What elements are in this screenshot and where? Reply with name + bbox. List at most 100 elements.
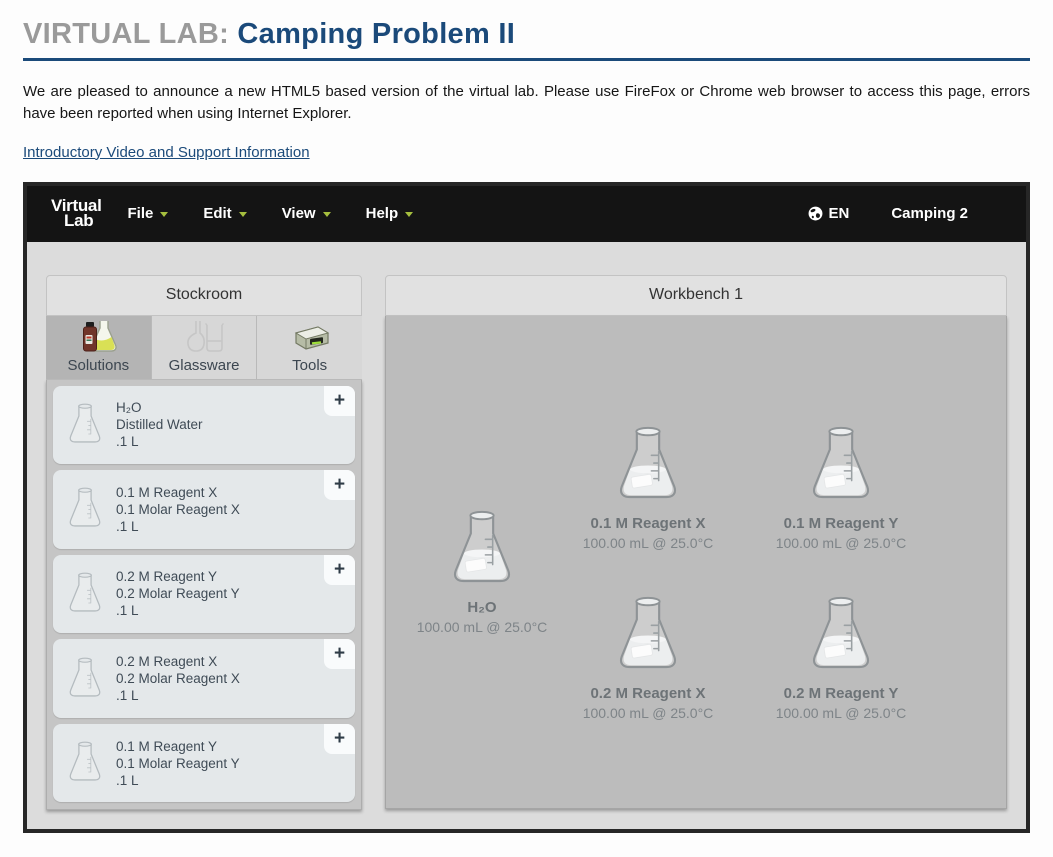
erlenmeyer-flask-icon [453,510,511,582]
menu-help[interactable]: Help [366,205,414,222]
flask-icon [69,487,101,527]
tab-solutions-label: Solutions [67,356,130,374]
add-to-workbench-button[interactable]: + [324,639,355,670]
add-to-workbench-button[interactable]: + [324,470,355,501]
stockroom-header: Stockroom [46,274,362,316]
stock-item-desc: 0.2 Molar Reagent X [116,671,240,687]
title-underline [23,58,1030,61]
scale-icon [294,325,329,350]
stock-item-text: 0.2 M Reagent Y 0.2 Molar Reagent Y .1 L [116,568,240,619]
stockroom-panel: Stockroom Solutions Glassware Tools H₂O … [46,274,363,810]
stock-item-volume: .1 L [116,434,139,450]
stock-item-01m-reagent-x[interactable]: 0.1 M Reagent X 0.1 Molar Reagent X .1 L… [53,470,355,549]
language-selector[interactable]: EN [808,205,849,222]
bench-flask-01m-reagent-y[interactable]: 0.1 M Reagent Y 100.00 mL @ 25.0°C [746,424,936,551]
stock-item-name: 0.1 M Reagent X [116,484,218,500]
stock-item-02m-reagent-x[interactable]: 0.2 M Reagent X 0.2 Molar Reagent X .1 L… [53,639,355,718]
add-to-workbench-button[interactable]: + [324,385,355,416]
stockroom-tabs: Solutions Glassware Tools [46,315,363,380]
erlenmeyer-flask-icon [812,596,870,668]
stock-item-text: 0.1 M Reagent Y 0.1 Molar Reagent Y .1 L [116,738,240,789]
stock-item-name: 0.1 M Reagent Y [116,738,218,754]
page-title-main: Camping Problem II [237,18,516,50]
bench-flask-name: H₂O [467,598,497,616]
add-to-workbench-button[interactable]: + [324,554,355,585]
stock-item-text: 0.2 M Reagent X 0.2 Molar Reagent X .1 L [116,653,240,704]
chevron-down-icon [405,212,414,217]
erlenmeyer-flask-icon [619,426,677,498]
language-label: EN [828,205,850,222]
menu-edit-label: Edit [203,205,232,222]
workbench-surface: H₂O 100.00 mL @ 25.0°C 0.1 M Reagent X 1… [385,315,1007,809]
stock-item-volume: .1 L [116,772,139,788]
stock-item-desc: Distilled Water [116,417,203,433]
chevron-down-icon [322,212,331,217]
assignment-title: Camping 2 [891,205,968,222]
intro-paragraph: We are pleased to announce a new HTML5 b… [23,83,1030,122]
chevron-down-icon [238,212,247,217]
bench-flask-info: 100.00 mL @ 25.0°C [582,534,714,551]
tab-tools-label: Tools [292,356,328,374]
flask-icon [69,572,101,612]
bench-flask-name: 0.1 M Reagent Y [783,514,899,532]
bench-flask-01m-reagent-x[interactable]: 0.1 M Reagent X 100.00 mL @ 25.0°C [553,424,743,551]
solutions-flask-icon [83,320,118,352]
stock-item-desc: 0.1 Molar Reagent X [116,501,240,517]
workbench-header: Workbench 1 [385,274,1007,316]
stock-item-name: 0.2 M Reagent X [116,654,218,670]
erlenmeyer-flask-icon [619,596,677,668]
workbench-panel: Workbench 1 H₂O 100.00 mL @ 25.0°C 0.1 M… [385,274,1007,810]
stock-item-01m-reagent-y[interactable]: 0.1 M Reagent Y 0.1 Molar Reagent Y .1 L… [53,723,355,803]
menu-file-label: File [127,205,154,222]
add-to-workbench-button[interactable]: + [324,723,355,754]
page-title: VIRTUAL LAB: Camping Problem II [23,18,1030,51]
stock-item-desc: 0.1 Molar Reagent Y [116,755,240,771]
menu-view[interactable]: View [282,205,331,222]
bench-flask-02m-reagent-y[interactable]: 0.2 M Reagent Y 100.00 mL @ 25.0°C [746,594,936,721]
stock-item-02m-reagent-y[interactable]: 0.2 M Reagent Y 0.2 Molar Reagent Y .1 L… [53,554,355,634]
app-navbar: Virtual Lab File Edit View Help EN Campi… [27,185,1026,242]
bench-flask-info: 100.00 mL @ 25.0°C [582,704,714,721]
tab-glassware[interactable]: Glassware [151,315,258,380]
flask-icon [69,403,101,443]
bench-flask-name: 0.1 M Reagent X [590,514,706,532]
bench-flask-name: 0.2 M Reagent Y [783,684,899,702]
flask-icon [69,741,101,781]
navbar-right: EN Camping 2 [808,205,1012,222]
logo-line2: Lab [64,210,94,230]
stock-item-name: H₂O [116,400,142,416]
bench-flask-02m-reagent-x[interactable]: 0.2 M Reagent X 100.00 mL @ 25.0°C [553,594,743,721]
bench-flask-name: 0.2 M Reagent X [590,684,706,702]
menu-view-label: View [281,205,316,222]
bench-flask-h2o[interactable]: H₂O 100.00 mL @ 25.0°C [387,508,577,635]
app-content: Stockroom Solutions Glassware Tools H₂O … [27,242,1026,810]
intro-video-link[interactable]: Introductory Video and Support Informati… [23,144,310,161]
menu-help-label: Help [365,205,399,222]
tab-tools[interactable]: Tools [257,315,363,380]
virtual-lab-app-frame: Virtual Lab File Edit View Help EN Campi… [23,181,1030,833]
globe-icon [809,206,823,221]
menu-edit[interactable]: Edit [203,205,247,222]
bench-flask-info: 100.00 mL @ 25.0°C [416,618,548,635]
stock-item-name: 0.2 M Reagent Y [116,569,218,585]
chevron-down-icon [160,212,169,217]
stock-item-volume: .1 L [116,688,139,704]
stock-item-desc: 0.2 Molar Reagent Y [116,586,240,602]
virtual-lab-logo: Virtual Lab [51,197,102,230]
stockroom-item-list: H₂O Distilled Water .1 L + 0.1 M Reagent… [46,379,362,810]
stock-item-text: H₂O Distilled Water .1 L [116,399,203,450]
glassware-icon [187,320,224,352]
stock-item-volume: .1 L [116,603,139,619]
bench-flask-info: 100.00 mL @ 25.0°C [775,534,907,551]
stock-item-text: 0.1 M Reagent X 0.1 Molar Reagent X .1 L [116,484,240,535]
tab-solutions[interactable]: Solutions [46,315,152,380]
menu-file[interactable]: File [128,205,169,222]
flask-icon [69,657,101,697]
page-title-prefix: VIRTUAL LAB: [23,18,230,50]
erlenmeyer-flask-icon [812,426,870,498]
stock-item-volume: .1 L [116,518,139,534]
tab-glassware-label: Glassware [168,356,240,374]
bench-flask-info: 100.00 mL @ 25.0°C [775,704,907,721]
page: VIRTUAL LAB: Camping Problem II We are p… [0,0,1053,833]
stock-item-h2o[interactable]: H₂O Distilled Water .1 L + [53,385,355,465]
